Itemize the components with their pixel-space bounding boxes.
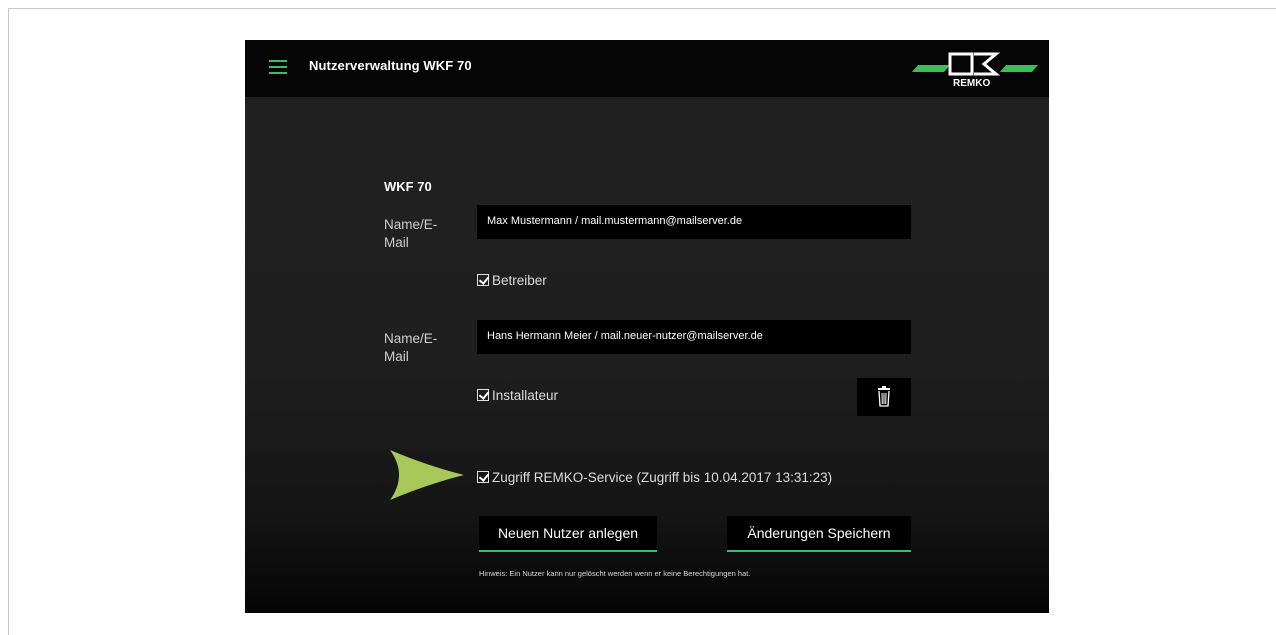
save-changes-button[interactable]: Änderungen Speichern <box>727 516 911 552</box>
section-title: WKF 70 <box>384 179 432 194</box>
user1-name-label: Name/E- Mail <box>384 217 438 250</box>
page-title: Nutzerverwaltung WKF 70 <box>309 58 472 73</box>
service-access-label: Zugriff REMKO-Service (Zugriff bis 10.04… <box>492 469 833 485</box>
delete-user-button[interactable] <box>857 378 911 416</box>
trash-icon <box>878 386 890 407</box>
checkbox-checked-icon <box>477 471 489 483</box>
logo-text: REMKO <box>953 78 990 89</box>
user2-role-label: Installateur <box>492 387 559 403</box>
hint-text: Hinweis: Ein Nutzer kann nur gelöscht we… <box>479 569 751 578</box>
user1-role-checkbox[interactable]: Betreiber <box>477 272 547 288</box>
highlight-arrow-icon <box>390 450 464 500</box>
top-bar: Nutzerverwaltung WKF 70 REMKO <box>245 40 1049 97</box>
user2-name-email-field[interactable]: Hans Hermann Meier / mail.neuer-nutzer@m… <box>477 320 911 354</box>
app-window: Nutzerverwaltung WKF 70 REMKO WKF 70 Nam… <box>245 40 1049 613</box>
checkbox-checked-icon <box>477 274 489 286</box>
new-user-button[interactable]: Neuen Nutzer anlegen <box>479 516 657 552</box>
user2-role-checkbox[interactable]: Installateur <box>477 387 558 403</box>
remko-logo: REMKO <box>912 52 1038 89</box>
hamburger-menu-icon[interactable] <box>269 60 287 74</box>
user2-name-label: Name/E- Mail <box>384 331 438 364</box>
service-access-checkbox[interactable]: Zugriff REMKO-Service (Zugriff bis 10.04… <box>477 469 832 485</box>
user1-name-email-field[interactable]: Max Mustermann / mail.mustermann@mailser… <box>477 205 911 239</box>
checkbox-checked-icon <box>477 389 489 401</box>
user1-role-label: Betreiber <box>492 272 547 288</box>
